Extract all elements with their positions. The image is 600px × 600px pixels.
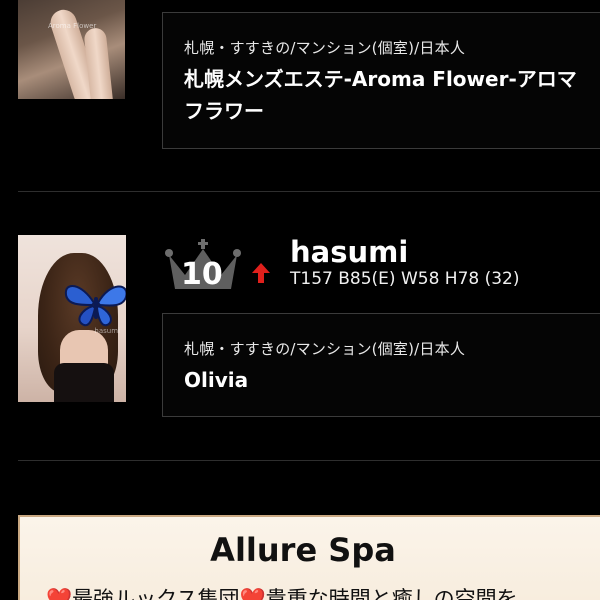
- shop-category: 札幌・すすきの/マンション(個室)/日本人: [184, 340, 466, 358]
- therapist-name[interactable]: hasumi: [290, 235, 408, 269]
- therapist-photo-2[interactable]: hasumi: [18, 235, 126, 402]
- banner-title: Allure Spa: [210, 531, 396, 569]
- ranking-page: Aroma Flower 札幌・すすきの/マンション(個室)/日本人 札幌メンズ…: [0, 0, 600, 600]
- photo-watermark: Aroma Flower: [48, 22, 97, 30]
- divider: [18, 191, 600, 192]
- shop-banner[interactable]: Allure Spa ❤️最強ルックス集団❤️貴重な時間と癒しの空間を、…: [18, 515, 600, 600]
- divider: [18, 460, 600, 461]
- photo-watermark: hasumi: [94, 327, 120, 335]
- shop-card[interactable]: 札幌・すすきの/マンション(個室)/日本人 札幌メンズエステ-Aroma Flo…: [162, 12, 600, 149]
- shop-name[interactable]: Olivia: [184, 364, 594, 396]
- photo-figure: [54, 363, 114, 402]
- therapist-stats: T157 B85(E) W58 H78 (32): [290, 269, 520, 289]
- banner-subtitle: ❤️最強ルックス集団❤️貴重な時間と癒しの空間を、…: [46, 587, 560, 600]
- shop-category: 札幌・すすきの/マンション(個室)/日本人: [184, 39, 466, 57]
- shop-card[interactable]: 札幌・すすきの/マンション(個室)/日本人 Olivia: [162, 313, 600, 417]
- rank-number: 10: [181, 257, 223, 292]
- rank-up-arrow-icon: [252, 263, 270, 283]
- shop-name[interactable]: 札幌メンズエステ-Aroma Flower-アロマフラワー: [184, 63, 594, 127]
- butterfly-sticker-icon: [64, 285, 126, 327]
- therapist-photo-1[interactable]: Aroma Flower: [18, 0, 125, 99]
